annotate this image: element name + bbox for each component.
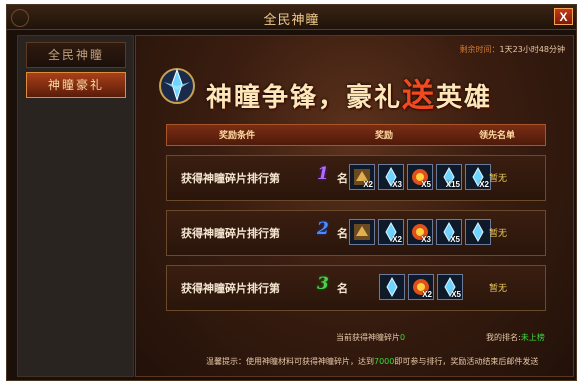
item-quantity: X2 <box>422 290 432 299</box>
banner-title: 神瞳争锋，豪礼送英雄 <box>206 70 492 116</box>
sidebar-item-haoli[interactable]: 神瞳豪礼 <box>26 72 126 98</box>
reward-row: 获得神瞳碎片排行第 1 名 X2 X3 X5 X15 X2 暂无 <box>166 155 546 201</box>
tip-prefix: 温馨提示：使用神瞳材料可获得神瞳碎片，达到 <box>206 357 374 366</box>
my-rank: 我的排名:未上榜 <box>486 332 545 343</box>
blue-crystal-icon[interactable]: X15 <box>436 164 462 190</box>
row-condition-label: 获得神瞳碎片排行第 <box>181 172 280 185</box>
current-fragments: 当前获得神瞳碎片0 <box>336 332 405 343</box>
header-leader: 领先名单 <box>479 131 516 141</box>
close-button[interactable]: X <box>554 8 573 25</box>
rank-number: 2 <box>317 219 329 239</box>
item-quantity: X3 <box>421 235 431 244</box>
blue-crystal-icon[interactable]: X2 <box>465 164 491 190</box>
event-banner: 神瞳争锋，豪礼送英雄 <box>156 64 556 114</box>
my-rank-value: 未上榜 <box>520 333 545 342</box>
item-quantity: X2 <box>363 180 373 189</box>
fire-orb-icon[interactable]: X5 <box>407 164 433 190</box>
blue-crystal-icon[interactable]: X5 <box>437 274 463 300</box>
tip-text: 温馨提示：使用神瞳材料可获得神瞳碎片，达到7000即可参与排行，奖励活动结束后邮… <box>206 356 538 367</box>
my-rank-label: 我的排名: <box>486 333 521 342</box>
timer-label: 剩余时间： <box>459 45 500 54</box>
row-leader: 暂无 <box>489 174 508 184</box>
row-leader: 暂无 <box>489 229 508 239</box>
table-header: 奖励条件 奖励 领先名单 <box>166 124 546 146</box>
item-quantity: X5 <box>421 180 431 189</box>
title-bar: 全民神瞳 X <box>7 5 576 30</box>
row-leader: 暂无 <box>489 284 508 294</box>
blue-crystal-icon[interactable]: X2 <box>378 219 404 245</box>
current-fragments-label: 当前获得神瞳碎片 <box>336 333 400 342</box>
tip-threshold: 7000 <box>374 357 395 366</box>
item-quantity: X3 <box>392 180 402 189</box>
dragon-scroll-icon[interactable] <box>349 219 375 245</box>
fire-orb-icon[interactable]: X3 <box>407 219 433 245</box>
timer-value: 1天23小时48分钟 <box>499 45 565 54</box>
current-fragments-value: 0 <box>400 333 406 342</box>
row-condition-label: 获得神瞳碎片排行第 <box>181 282 280 295</box>
event-window: 全民神瞳 X 全民神瞳 神瞳豪礼 剩余时间：1天23小时48分钟 神瞳争锋，豪礼… <box>6 4 577 381</box>
blue-crystal-emblem-icon <box>159 68 195 104</box>
banner-title-part3: 英雄 <box>436 83 493 113</box>
fire-orb-icon[interactable]: X2 <box>408 274 434 300</box>
rank-number: 3 <box>317 274 329 294</box>
row-condition-label: 获得神瞳碎片排行第 <box>181 227 280 240</box>
sidebar: 全民神瞳 神瞳豪礼 <box>17 35 134 377</box>
rank-number: 1 <box>317 164 329 184</box>
blue-crystal-icon[interactable]: X3 <box>378 164 404 190</box>
item-quantity: X5 <box>451 290 461 299</box>
main-panel: 剩余时间：1天23小时48分钟 神瞳争锋，豪礼送英雄 奖励条件 奖励 领先名单 … <box>135 35 574 377</box>
header-condition: 奖励条件 <box>219 131 256 141</box>
item-quantity: X5 <box>450 235 460 244</box>
banner-title-part1: 神瞳争锋，豪礼 <box>206 83 403 113</box>
blue-crystal-icon[interactable] <box>465 219 491 245</box>
reward-row: 获得神瞳碎片排行第 3 名 X2 X5 暂无 <box>166 265 546 311</box>
blue-crystal-icon[interactable] <box>379 274 405 300</box>
item-quantity: X2 <box>479 180 489 189</box>
item-quantity: X2 <box>392 235 402 244</box>
rank-suffix: 名 <box>337 282 348 295</box>
blue-crystal-icon[interactable]: X5 <box>436 219 462 245</box>
rank-suffix: 名 <box>337 227 348 240</box>
sidebar-item-quanmin[interactable]: 全民神瞳 <box>26 42 126 68</box>
remaining-time: 剩余时间：1天23小时48分钟 <box>460 44 565 55</box>
tip-suffix: 即可参与排行，奖励活动结束后邮件发送 <box>394 357 539 366</box>
header-reward: 奖励 <box>375 131 394 141</box>
item-quantity: X15 <box>445 180 460 189</box>
banner-title-highlight: 送 <box>402 76 437 114</box>
rank-suffix: 名 <box>337 172 348 185</box>
reward-row: 获得神瞳碎片排行第 2 名 X2 X3 X5 暂无 <box>166 210 546 256</box>
dragon-scroll-icon[interactable]: X2 <box>349 164 375 190</box>
window-title: 全民神瞳 <box>263 13 320 28</box>
